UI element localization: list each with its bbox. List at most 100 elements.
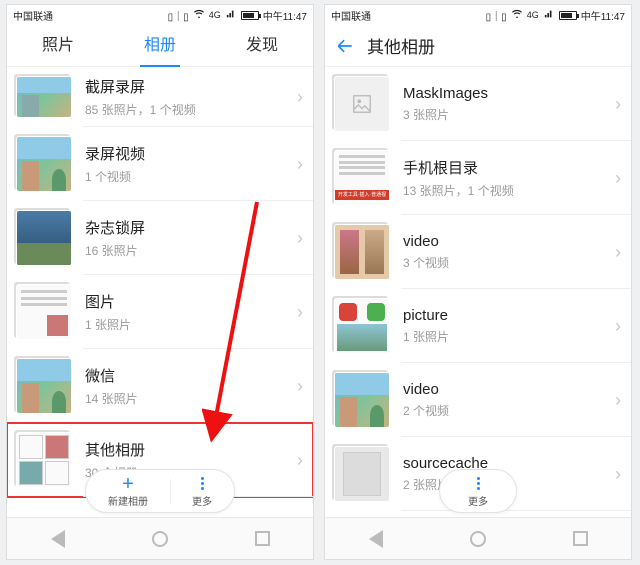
nav-recent-icon[interactable] [255,531,270,546]
album-subtitle: 85 张照片，1 个视频 [85,101,297,118]
album-title: 微信 [85,365,297,386]
album-title: picture [403,307,615,324]
tab-photos[interactable]: 照片 [7,25,109,67]
chevron-right-icon: › [297,302,303,323]
status-bar: 中国联通 ▯｜▯ 4G 中午11:47 [7,5,313,25]
clock: 中午11:47 [581,8,625,23]
thumbnail [17,433,71,487]
list-item[interactable]: video 3 个视频 › [325,215,631,289]
thumbnail [335,77,389,131]
chevron-right-icon: › [297,87,303,108]
thumbnail [17,77,71,117]
album-subtitle: 1 张照片 [85,316,297,333]
album-subtitle: 1 张照片 [403,328,615,345]
tab-albums[interactable]: 相册 [109,25,211,67]
plus-icon: + [122,475,134,493]
thumbnail: 开发工具·插入·普通视 [335,151,389,205]
album-list: MaskImages 3 张照片 › 开发工具·插入·普通视 手机根目录 13 … [325,67,631,517]
album-subtitle: 13 张照片，1 个视频 [403,182,615,199]
new-album-button[interactable]: + 新建相册 [86,471,170,512]
phone-right: 中国联通 ▯｜▯ 4G 中午11:47 其他相册 MaskImages [324,4,632,560]
nav-recent-icon[interactable] [573,531,588,546]
clock: 中午11:47 [263,8,307,23]
signal-icon [225,9,237,22]
album-subtitle: 1 个视频 [85,168,297,185]
album-subtitle: 3 张照片 [403,106,615,123]
chevron-right-icon: › [297,228,303,249]
album-title: video [403,381,615,398]
back-button[interactable] [335,36,355,56]
album-title: 截屏录屏 [85,76,297,97]
thumbnail [17,359,71,413]
system-nav-bar [7,517,313,559]
thumbnail [335,373,389,427]
signal-icon [543,9,555,22]
album-subtitle: 2 个视频 [403,402,615,419]
list-item[interactable]: picture 1 张照片 › [325,289,631,363]
chevron-right-icon: › [615,242,621,263]
more-label: 更多 [192,493,212,508]
chevron-right-icon: › [615,168,621,189]
album-title: 杂志锁屏 [85,217,297,238]
album-subtitle: 16 张照片 [85,242,297,259]
chevron-right-icon: › [297,376,303,397]
chevron-right-icon: › [297,450,303,471]
wifi-icon [511,9,523,22]
list-item[interactable]: 图片 1 张照片 › [7,275,313,349]
tab-discover[interactable]: 发现 [211,25,313,67]
tabs: 照片 相册 发现 [7,25,313,67]
battery-icon [241,11,259,20]
chevron-right-icon: › [615,316,621,337]
list-item[interactable]: video 2 个视频 › [325,363,631,437]
album-title: 其他相册 [85,439,297,460]
bottom-toolbar: + 新建相册 更多 [85,469,235,513]
album-title: video [403,233,615,250]
list-item[interactable]: 杂志锁屏 16 张照片 › [7,201,313,275]
chevron-right-icon: › [615,464,621,485]
carrier: 中国联通 [331,8,371,23]
phone-left: 中国联通 ▯｜▯ 4G 中午11:47 照片 相册 发现 截屏录屏 85 张照片… [6,4,314,560]
new-album-label: 新建相册 [108,493,148,508]
thumbnail [335,299,389,353]
album-subtitle: 14 张照片 [85,390,297,407]
list-item[interactable]: 微信 14 张照片 › [7,349,313,423]
dots-icon [477,475,480,493]
vibrate-icon: ▯｜▯ [486,8,507,23]
page-title: 其他相册 [367,33,435,58]
thumbnail [335,447,389,501]
nav-back-icon[interactable] [369,530,383,548]
thumbnail [17,137,71,191]
page-header: 其他相册 [325,25,631,67]
album-title: MaskImages [403,85,615,102]
chevron-right-icon: › [297,154,303,175]
chevron-right-icon: › [615,94,621,115]
nav-home-icon[interactable] [152,531,168,547]
list-item[interactable]: 开发工具·插入·普通视 手机根目录 13 张照片，1 个视频 › [325,141,631,215]
dots-icon [201,475,204,493]
carrier: 中国联通 [13,8,53,23]
network-type: 4G [209,10,221,20]
nav-home-icon[interactable] [470,531,486,547]
album-title: 手机根目录 [403,157,615,178]
more-label: 更多 [468,493,488,508]
album-title: 录屏视频 [85,143,297,164]
vibrate-icon: ▯｜▯ [168,8,189,23]
list-item[interactable]: 截屏录屏 85 张照片，1 个视频 › [7,67,313,127]
battery-icon [559,11,577,20]
album-title: 图片 [85,291,297,312]
chevron-right-icon: › [615,390,621,411]
list-item[interactable]: 录屏视频 1 个视频 › [7,127,313,201]
album-list: 截屏录屏 85 张照片，1 个视频 › 录屏视频 1 个视频 › 杂志锁屏 16… [7,67,313,517]
thumbnail [17,211,71,265]
thumbnail [17,285,71,339]
status-bar: 中国联通 ▯｜▯ 4G 中午11:47 [325,5,631,25]
album-subtitle: 3 个视频 [403,254,615,271]
more-button[interactable]: 更多 [446,471,510,512]
list-item[interactable]: MaskImages 3 张照片 › [325,67,631,141]
wifi-icon [193,9,205,22]
nav-back-icon[interactable] [51,530,65,548]
album-title: sourcecache [403,455,615,472]
bottom-toolbar: 更多 [439,469,517,513]
system-nav-bar [325,517,631,559]
more-button[interactable]: 更多 [170,471,234,512]
